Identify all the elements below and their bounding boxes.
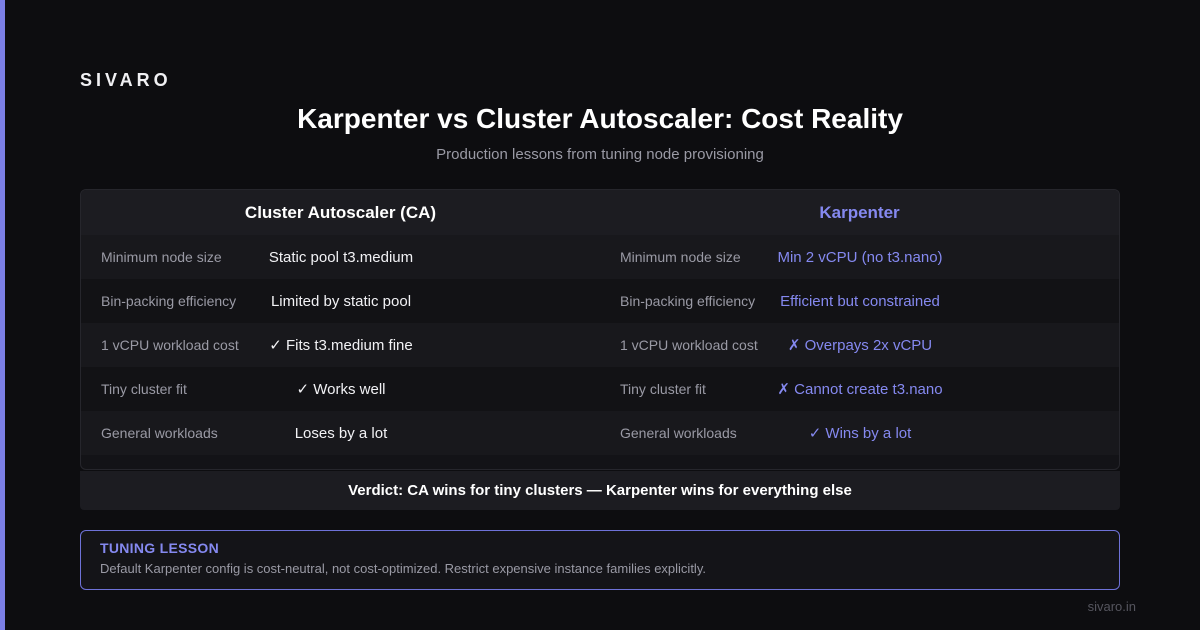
table-row: Bin-packing efficiency Efficient but con… (600, 279, 1119, 323)
row-value: ✗ Cannot create t3.nano (777, 381, 943, 398)
row-value: Static pool t3.medium (268, 248, 414, 266)
lesson-title: TUNING LESSON (100, 540, 220, 556)
row-label: 1 vCPU workload cost (101, 337, 239, 353)
footer-url: sivaro.in (1087, 599, 1136, 614)
row-value: ✓ Works well (296, 381, 386, 398)
row-value: Min 2 vCPU (no t3.nano) (777, 248, 943, 266)
row-value: ✓ Fits t3.medium fine (269, 337, 413, 354)
verdict-banner: Verdict: CA wins for tiny clusters — Kar… (80, 471, 1120, 510)
page: SIVARO Karpenter vs Cluster Autoscaler: … (0, 0, 1200, 630)
row-label: General workloads (101, 425, 218, 441)
tuning-lesson-callout: TUNING LESSON Default Karpenter config i… (80, 530, 1120, 590)
brand-logo: SIVARO (80, 70, 172, 90)
accent-bar (0, 0, 5, 630)
table-row: Minimum node size Static pool t3.medium (81, 235, 600, 279)
table-row: Tiny cluster fit ✗ Cannot create t3.nano (600, 367, 1119, 411)
comparison-table: Cluster Autoscaler (CA) Minimum node siz… (80, 189, 1120, 470)
row-value: Loses by a lot (294, 424, 388, 442)
table-row: 1 vCPU workload cost ✓ Fits t3.medium fi… (81, 323, 600, 367)
column-karpenter: Karpenter Minimum node size Min 2 vCPU (… (600, 190, 1119, 469)
row-label: Bin-packing efficiency (620, 293, 756, 309)
table-row: Minimum node size Min 2 vCPU (no t3.nano… (600, 235, 1119, 279)
column-heading-ca: Cluster Autoscaler (CA) (81, 190, 600, 235)
row-label: General workloads (620, 425, 737, 441)
page-subtitle: Production lessons from tuning node prov… (436, 146, 764, 163)
row-value: Efficient but constrained (780, 292, 940, 310)
table-row: 1 vCPU workload cost ✗ Overpays 2x vCPU (600, 323, 1119, 367)
row-label: Tiny cluster fit (101, 381, 187, 397)
column-heading-karpenter: Karpenter (600, 190, 1119, 235)
row-label: 1 vCPU workload cost (620, 337, 758, 353)
table-row: General workloads Loses by a lot (81, 411, 600, 455)
row-value: Limited by static pool (270, 292, 412, 310)
row-value: ✗ Overpays 2x vCPU (787, 337, 933, 354)
row-label: Bin-packing efficiency (101, 293, 237, 309)
table-row: General workloads ✓ Wins by a lot (600, 411, 1119, 455)
column-cluster-autoscaler: Cluster Autoscaler (CA) Minimum node siz… (81, 190, 600, 469)
row-label: Minimum node size (620, 249, 741, 265)
table-row: Bin-packing efficiency Limited by static… (81, 279, 600, 323)
table-row: Tiny cluster fit ✓ Works well (81, 367, 600, 411)
row-label: Tiny cluster fit (620, 381, 706, 397)
row-value: ✓ Wins by a lot (808, 425, 912, 442)
row-label: Minimum node size (101, 249, 222, 265)
page-title: Karpenter vs Cluster Autoscaler: Cost Re… (297, 103, 903, 134)
lesson-body: Default Karpenter config is cost-neutral… (100, 561, 706, 576)
